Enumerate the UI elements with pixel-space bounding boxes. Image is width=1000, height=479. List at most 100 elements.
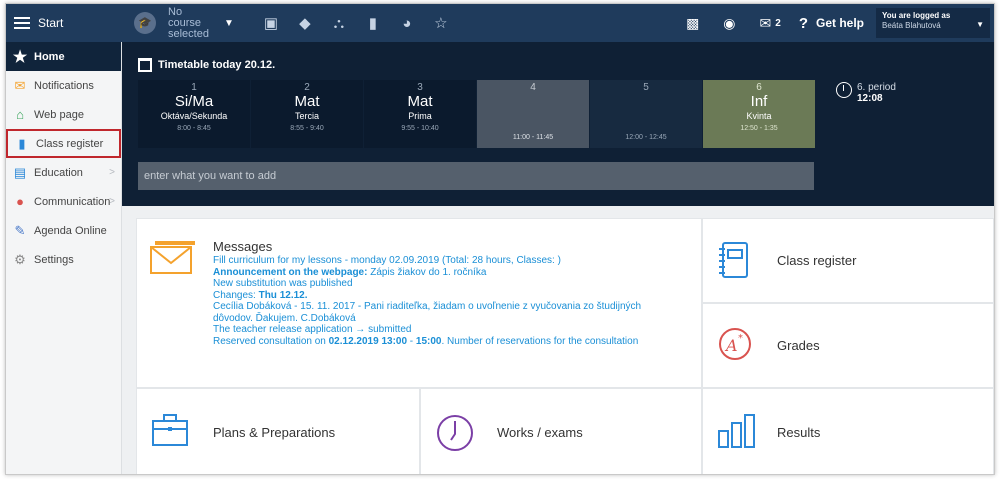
sidebar-item-label: Communication (34, 195, 111, 208)
message-line[interactable]: Changes: Thu 12.12. (213, 290, 701, 302)
sidebar: ★ Home ✉ Notifications ⌂ Web page ▮ Clas… (6, 42, 122, 474)
sidebar-item-label: Web page (34, 108, 84, 121)
grades-label: Grades (777, 338, 820, 353)
envelope-icon: ✉ (14, 77, 26, 93)
shield-icon[interactable]: ◆ (288, 4, 322, 42)
cast-screen-icon[interactable]: ▩ (674, 4, 711, 42)
get-help-label: Get help (815, 16, 864, 30)
period-3[interactable]: 3 Mat Prima 9:55 - 10:40 (364, 80, 476, 148)
bar-chart-icon[interactable]: ▮ (356, 4, 390, 42)
mail-button[interactable]: ✉ 2 (748, 4, 793, 42)
message-text: Changes: (213, 289, 259, 301)
grades-tile[interactable]: A * Grades (702, 303, 994, 388)
message-line[interactable]: Fill curriculum for my lessons - monday … (213, 255, 701, 267)
message-line[interactable]: Cecília Dobáková - 15. 11. 2017 - Pani r… (213, 301, 701, 313)
period-time: 12:00 - 12:45 (625, 134, 667, 141)
message-line[interactable]: Reserved consultation on 02.12.2019 13:0… (213, 336, 701, 348)
period-number: 3 (417, 82, 423, 93)
message-text: - (407, 335, 416, 347)
sidebar-item-label: Home (34, 50, 65, 63)
top-icon-bar: ▣ ◆ ⛬ ▮ ◕ ☆ (254, 4, 458, 42)
bar-chart-icon (717, 413, 757, 452)
timetable-title: Timetable today 20.12. (158, 59, 276, 71)
notebook-icon (717, 241, 751, 284)
top-right-area: ▩ ◉ ✉ 2 ? Get help You are logged as Beá… (674, 4, 994, 42)
period-time: 12:50 - 1:35 (740, 125, 778, 132)
sidebar-item-label: Notifications (34, 79, 94, 92)
period-subject: Mat (407, 93, 433, 110)
period-number: 2 (304, 82, 310, 93)
timetable-panel: Timetable today 20.12. 1 Si/Ma Oktáva/Se… (122, 42, 994, 206)
message-text: . Number of reservations for the consult… (441, 335, 639, 347)
sidebar-item-label: Class register (36, 137, 104, 150)
current-period-indicator: 6. period 12:08 (836, 82, 896, 104)
class-register-tile[interactable]: Class register (702, 218, 994, 303)
book-icon: ▮ (18, 135, 26, 151)
sidebar-item-settings[interactable]: ⚙ Settings (6, 245, 121, 274)
period-number: 5 (643, 82, 649, 93)
chevron-down-icon: ▼ (976, 20, 984, 29)
message-text: Zápis žiakov do 1. ročníka (367, 266, 487, 278)
pen-icon: ✎ (14, 222, 26, 238)
message-line[interactable]: dôvodov. Ďakujem. C.Dobáková (213, 313, 701, 325)
period-2[interactable]: 2 Mat Tercia 8:55 - 9:40 (251, 80, 363, 148)
chevron-right-icon: > (109, 196, 115, 207)
period-list: 1 Si/Ma Oktáva/Sekunda 8:00 - 8:45 2 Mat… (138, 80, 816, 148)
chat-icon: ● (16, 194, 24, 209)
app-frame: Start 🎓 No course selected ▼ ▣ ◆ ⛬ ▮ ◕ ☆… (5, 3, 995, 475)
period-4[interactable]: 4 11:00 - 11:45 (477, 80, 589, 148)
message-bold: 15:00 (415, 335, 442, 347)
chevron-down-icon: ▼ (224, 17, 234, 29)
course-selector[interactable]: 🎓 No course selected ▼ (134, 5, 234, 40)
sidebar-item-home[interactable]: ★ Home (6, 42, 121, 71)
sidebar-item-education[interactable]: ▤ Education > (6, 158, 121, 187)
message-bold: 02.12.2019 13:00 (328, 335, 408, 347)
chat-icon[interactable]: ◉ (711, 4, 747, 42)
current-period-label: 6. period (857, 82, 896, 93)
sidebar-item-notifications[interactable]: ✉ Notifications (6, 71, 121, 100)
message-bold: Announcement on the webpage: (213, 266, 368, 278)
sidebar-item-web-page[interactable]: ⌂ Web page (6, 100, 121, 129)
get-help-button[interactable]: ? Get help (793, 15, 876, 32)
current-time: 12:08 (857, 93, 883, 104)
period-time: 11:00 - 11:45 (512, 134, 554, 141)
message-line[interactable]: New substitution was published (213, 278, 701, 290)
results-tile[interactable]: Results (702, 388, 994, 474)
user-menu[interactable]: You are logged as Beáta Blahutová ▼ (876, 8, 990, 38)
message-line[interactable]: The teacher release application → submit… (213, 324, 701, 336)
class-register-label: Class register (777, 253, 857, 268)
sidebar-item-communication[interactable]: ● Communication > (6, 187, 121, 216)
sidebar-item-agenda-online[interactable]: ✎ Agenda Online (6, 216, 121, 245)
question-icon: ? (798, 14, 808, 32)
institution-icon[interactable]: ⛬ (322, 4, 356, 42)
sidebar-item-label: Agenda Online (34, 224, 107, 237)
period-time: 8:55 - 9:40 (290, 125, 324, 132)
works-label: Works / exams (497, 424, 583, 440)
messages-tile[interactable]: Messages Fill curriculum for my lessons … (136, 218, 702, 388)
start-menu-button[interactable]: Start (6, 4, 122, 42)
period-1[interactable]: 1 Si/Ma Oktáva/Sekunda 8:00 - 8:45 (138, 80, 250, 148)
course-label: No course selected (168, 5, 209, 40)
chevron-right-icon: > (109, 167, 115, 178)
period-class: Oktáva/Sekunda (160, 111, 228, 121)
clock-icon (836, 82, 852, 98)
grade-a-plus-icon: A * (717, 326, 753, 365)
period-5[interactable]: 5 12:00 - 12:45 (590, 80, 702, 148)
message-line[interactable]: Announcement on the webpage: Zápis žiako… (213, 267, 701, 279)
add-lesson-input[interactable]: enter what you want to add (138, 162, 814, 190)
plans-tile[interactable]: Plans & Preparations (136, 388, 420, 474)
svg-text:*: * (738, 333, 743, 344)
speedometer-icon[interactable]: ◕ (390, 4, 424, 42)
period-number: 4 (530, 82, 536, 93)
period-6[interactable]: 6 Inf Kvinta 12:50 - 1:35 (703, 80, 815, 148)
people-walking-icon[interactable]: ☆ (424, 4, 458, 42)
period-number: 1 (191, 82, 197, 93)
briefcase-icon[interactable]: ▣ (254, 4, 288, 42)
dashboard-tiles: Messages Fill curriculum for my lessons … (136, 218, 994, 474)
period-time: 8:00 - 8:45 (177, 125, 211, 132)
house-icon: ⌂ (16, 107, 24, 122)
works-exams-tile[interactable]: Works / exams (420, 388, 702, 474)
gear-icon: ⚙ (14, 251, 26, 267)
sidebar-item-class-register[interactable]: ▮ Class register (6, 129, 121, 158)
period-subject: Si/Ma (174, 93, 214, 110)
